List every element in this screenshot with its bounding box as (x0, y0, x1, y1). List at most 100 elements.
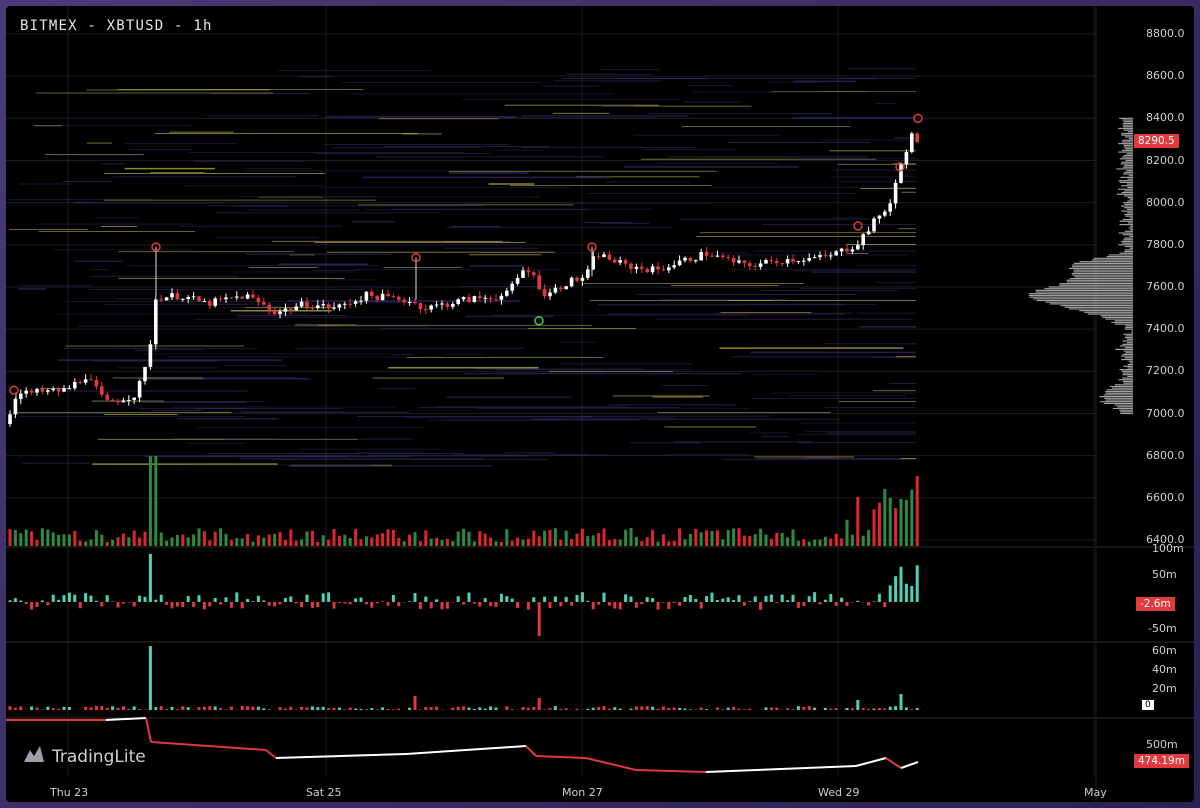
cvd-line-segment (900, 761, 919, 769)
candle (893, 182, 898, 204)
volume-bar (213, 531, 217, 546)
oi-bar (807, 706, 811, 710)
delta-bar (100, 602, 104, 607)
candle (170, 293, 174, 298)
cvd-line-segment (805, 765, 857, 769)
oi-bar (148, 646, 152, 710)
volume-bar (197, 528, 201, 546)
oi-bar (823, 707, 827, 710)
delta-bar (877, 593, 881, 602)
candle (413, 301, 417, 304)
candle (467, 297, 471, 302)
candle (526, 270, 531, 273)
delta-bar (84, 593, 88, 602)
candle (132, 397, 136, 400)
delta-bar (337, 602, 341, 604)
volume-bar (445, 539, 449, 546)
oi-bar (564, 708, 568, 710)
high-marker (9, 385, 19, 396)
oi-bar (154, 707, 158, 710)
oi-bar (186, 707, 190, 710)
delta-bar (786, 600, 790, 602)
delta-bar (435, 599, 439, 602)
price-tick-label: 8800.0 (1146, 27, 1185, 40)
oi-bar (526, 707, 530, 710)
delta-tick-label: 50m (1152, 568, 1177, 581)
oi-bar (521, 707, 525, 710)
chart-area[interactable]: BITMEX - XBTUSD - 1h TradingLite 8800.0 8… (6, 6, 1194, 802)
delta-bar (651, 598, 655, 602)
oi-bar (262, 708, 266, 710)
volume-bar (148, 456, 152, 546)
oi-bar (715, 707, 719, 710)
volume-bar (867, 530, 871, 546)
volume-bar (224, 533, 228, 546)
oi-bar (651, 706, 655, 710)
candle (94, 380, 99, 387)
delta-bar (705, 596, 709, 602)
delta-tick-label: 100m (1152, 542, 1184, 555)
window-frame: BITMEX - XBTUSD - 1h TradingLite 8800.0 8… (0, 0, 1200, 808)
delta-bar (202, 602, 206, 610)
delta-bar (51, 594, 55, 602)
volume-bar (564, 530, 568, 546)
candle (748, 263, 752, 267)
candle (391, 296, 396, 298)
candle (715, 255, 720, 257)
delta-bar (537, 602, 541, 636)
candle (35, 389, 39, 393)
candle (83, 379, 88, 383)
candle (229, 297, 234, 299)
oi-bar (856, 700, 860, 710)
oi-bar (127, 709, 131, 710)
delta-bar (915, 565, 919, 602)
oi-bar (397, 708, 401, 710)
volume-bar (116, 537, 120, 546)
oi-bar (764, 707, 768, 710)
oi-tick-label: 60m (1152, 644, 1177, 657)
candle (127, 399, 131, 401)
oi-bar (489, 706, 493, 710)
time-axis-label: Wed 29 (818, 786, 860, 799)
oi-bar (510, 709, 514, 710)
candle (316, 305, 320, 309)
volume-bar (8, 529, 12, 546)
delta-bar (732, 600, 736, 602)
volume-bar (840, 538, 844, 546)
candle (607, 254, 612, 260)
oi-bar (327, 708, 331, 710)
delta-bar (899, 566, 903, 602)
price-tick-label: 7600.0 (1146, 280, 1185, 293)
oi-bar (634, 706, 638, 710)
candle (105, 394, 109, 400)
oi-bar (197, 707, 201, 710)
delta-bar (510, 598, 514, 602)
volume-bar (872, 509, 876, 546)
volume-bar (278, 532, 282, 546)
oi-bar (246, 706, 250, 710)
candle (181, 298, 185, 300)
volume-bar (240, 538, 244, 546)
volume-bar (273, 533, 277, 546)
candle (802, 260, 806, 262)
oi-bar (229, 706, 233, 710)
candle (67, 388, 72, 390)
delta-bar (661, 602, 665, 603)
candle (559, 287, 563, 290)
delta-bar (316, 602, 320, 608)
oi-bar (62, 706, 66, 710)
candle (154, 299, 158, 345)
chart-canvas[interactable] (6, 6, 1194, 802)
delta-bar (613, 602, 617, 609)
delta-bar (823, 599, 827, 602)
oi-bar (645, 706, 649, 710)
candle (764, 260, 768, 264)
delta-bar (672, 602, 676, 604)
oi-bar (613, 707, 617, 710)
delta-bar (634, 602, 638, 608)
volume-bar (451, 541, 455, 546)
delta-bar (532, 597, 536, 602)
delta-bar (256, 595, 260, 602)
delta-bar (559, 602, 563, 607)
oi-bar (13, 707, 17, 710)
